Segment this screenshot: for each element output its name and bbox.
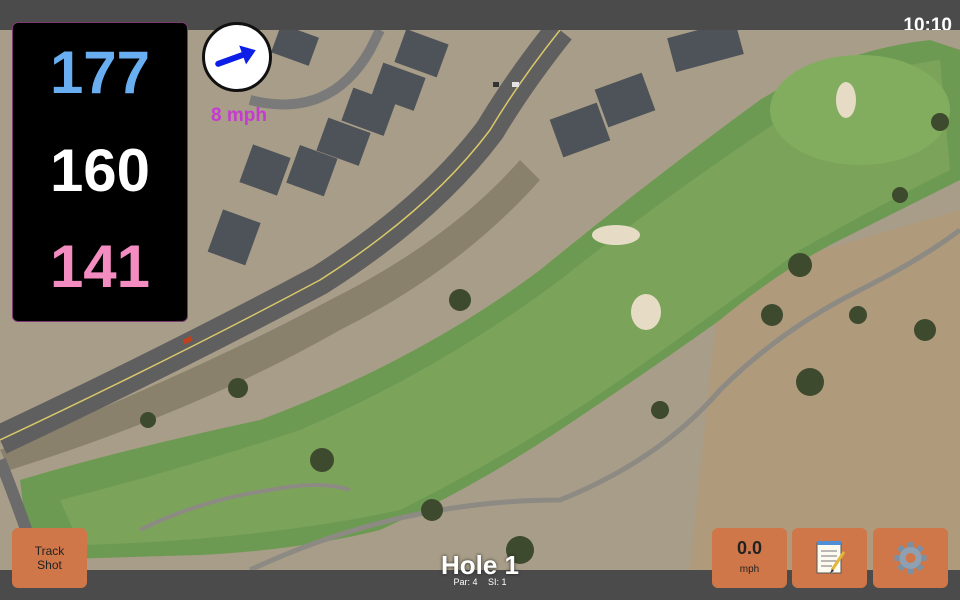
speed-button[interactable]: 0.0 mph bbox=[712, 528, 787, 588]
hole-info: Par: 4 SI: 1 bbox=[380, 577, 580, 587]
distance-back: 177 bbox=[49, 39, 151, 106]
arrow-northeast-icon bbox=[215, 45, 256, 67]
notes-button[interactable] bbox=[792, 528, 867, 588]
track-shot-label-line1: Track bbox=[34, 544, 65, 558]
distance-front: 141 bbox=[49, 233, 151, 300]
speed-value: 0.0 bbox=[736, 538, 763, 558]
hole-par: Par: 4 bbox=[453, 577, 478, 587]
wind-direction-indicator bbox=[202, 22, 272, 92]
distance-panel: 177 160 141 bbox=[12, 22, 188, 322]
distance-center: 160 bbox=[49, 137, 151, 204]
settings-button[interactable] bbox=[873, 528, 948, 588]
notepad-icon bbox=[816, 541, 846, 574]
hole-stroke-index: SI: 1 bbox=[488, 577, 507, 587]
track-shot-label-line2: Shot bbox=[37, 558, 62, 572]
speed-unit: mph bbox=[739, 564, 760, 575]
gear-icon bbox=[894, 542, 927, 574]
wind-speed-label: 8 mph bbox=[211, 105, 267, 126]
track-shot-button[interactable]: Track Shot bbox=[12, 528, 87, 588]
